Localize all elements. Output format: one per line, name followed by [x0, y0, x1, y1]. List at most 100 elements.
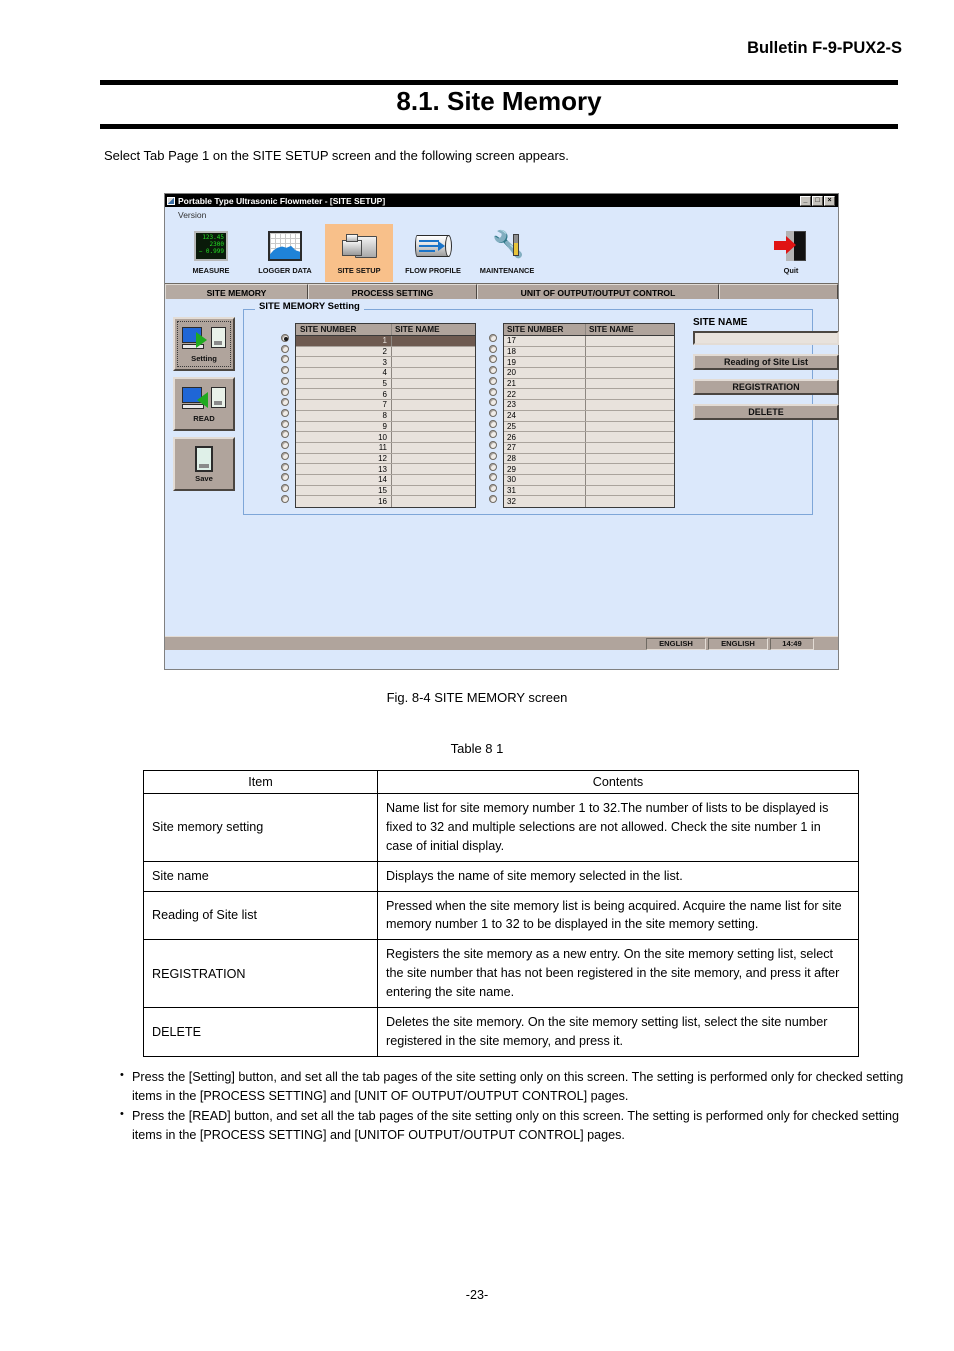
toolbar-button-flow-profile[interactable]: FLOW PROFILE — [399, 224, 467, 282]
table-row[interactable]: 5 — [296, 378, 475, 390]
registration-button[interactable]: REGISTRATION — [693, 379, 839, 395]
table-row[interactable]: 7 — [296, 400, 475, 411]
site-memory-list-left[interactable]: SITE NUMBER SITE NAME 1 2 3 4 5 6 7 8 9 10 11 12 13 1… — [295, 323, 476, 508]
site-number-cell: 17 — [504, 336, 586, 346]
site-radio-button[interactable] — [489, 462, 497, 471]
table-row[interactable]: 11 — [296, 442, 475, 454]
table-row[interactable]: 29 — [504, 464, 674, 475]
site-radio-button[interactable] — [281, 462, 289, 471]
toolbar-button-maintenance[interactable]: 🔧 MAINTENANCE — [473, 224, 541, 282]
table-row[interactable]: 12 — [296, 453, 475, 465]
site-radio-button[interactable] — [281, 334, 289, 342]
table-row[interactable]: 28 — [504, 453, 674, 465]
table-row[interactable]: 22 — [504, 389, 674, 401]
site-radio-button[interactable] — [281, 451, 289, 460]
site-radio-button[interactable] — [489, 334, 497, 342]
toolbar-button-measure[interactable]: 123.45 2300 − 0.999 MEASURE — [177, 224, 245, 282]
minimize-icon[interactable]: _ — [800, 195, 811, 206]
site-radio-button[interactable] — [489, 473, 497, 482]
site-name-cell — [586, 347, 674, 357]
site-radio-button[interactable] — [281, 494, 289, 503]
site-radio-button[interactable] — [281, 344, 289, 353]
site-radio-button[interactable] — [489, 366, 497, 375]
site-radio-button[interactable] — [281, 419, 289, 428]
tab-site-memory[interactable]: SITE MEMORY — [165, 284, 308, 300]
table-row[interactable]: 2 — [296, 346, 475, 358]
maximize-icon[interactable]: □ — [812, 195, 823, 206]
site-radio-button[interactable] — [489, 441, 497, 450]
tab-unit-of-output-output-control[interactable]: UNIT OF OUTPUT/OUTPUT CONTROL — [477, 284, 719, 300]
table-row[interactable]: 1 — [296, 336, 475, 347]
save-device-icon — [195, 445, 213, 472]
menu-item-version[interactable]: Version — [178, 210, 206, 220]
tab-empty[interactable] — [719, 284, 838, 300]
site-radio-button[interactable] — [489, 398, 497, 407]
toolbar-button-logger-data[interactable]: LOGGER DATA — [251, 224, 319, 282]
site-number-cell: 19 — [504, 357, 586, 368]
table-row[interactable]: 24 — [504, 410, 674, 422]
delete-button[interactable]: DELETE — [693, 404, 839, 420]
site-radio-button[interactable] — [489, 419, 497, 428]
table-row[interactable]: 6 — [296, 389, 475, 401]
site-radio-button[interactable] — [489, 387, 497, 396]
site-radio-button[interactable] — [489, 344, 497, 353]
table-row[interactable]: 18 — [504, 346, 674, 358]
site-radio-button[interactable] — [281, 409, 289, 418]
site-radio-button[interactable] — [489, 494, 497, 503]
toolbar-label-quit: Quit — [783, 266, 799, 275]
site-radio-button[interactable] — [281, 398, 289, 407]
site-radio-button[interactable] — [281, 441, 289, 450]
table-row[interactable]: 23 — [504, 400, 674, 411]
status-spacer — [816, 638, 836, 650]
page-number: -23- — [465, 1288, 489, 1302]
close-icon[interactable]: × — [824, 195, 835, 206]
site-radio-button[interactable] — [281, 387, 289, 396]
table-row[interactable]: 13 — [296, 464, 475, 475]
table-row[interactable]: 30 — [504, 474, 674, 486]
table-row[interactable]: 32 — [504, 496, 674, 507]
table-row: Site name Displays the name of site memor… — [143, 860, 859, 892]
site-name-cell — [392, 347, 475, 357]
table-row[interactable]: 8 — [296, 410, 475, 422]
table-row[interactable]: 20 — [504, 368, 674, 379]
site-radio-button[interactable] — [489, 409, 497, 418]
toolbar-button-site-setup[interactable]: SITE SETUP — [325, 224, 393, 282]
table-row[interactable]: 16 — [296, 496, 475, 507]
table-row[interactable]: 21 — [504, 378, 674, 390]
reading-of-site-list-button[interactable]: Reading of Site List — [693, 354, 839, 370]
setting-button[interactable]: Setting — [173, 317, 235, 371]
table-row[interactable]: 15 — [296, 485, 475, 497]
table-row[interactable]: 3 — [296, 357, 475, 369]
site-radio-button[interactable] — [281, 376, 289, 385]
table-row[interactable]: 17 — [504, 336, 674, 347]
table-row[interactable]: 31 — [504, 485, 674, 497]
title-rule-top — [100, 80, 898, 85]
tab-process-setting[interactable]: PROCESS SETTING — [308, 284, 477, 300]
table-row[interactable]: 19 — [504, 357, 674, 369]
table-row[interactable]: 26 — [504, 432, 674, 443]
site-radio-button[interactable] — [489, 355, 497, 364]
table-row[interactable]: 4 — [296, 368, 475, 379]
site-radio-button[interactable] — [281, 430, 289, 439]
table-row[interactable]: 9 — [296, 421, 475, 433]
site-radio-button[interactable] — [281, 366, 289, 375]
table-row[interactable]: 27 — [504, 442, 674, 454]
table-row[interactable]: 14 — [296, 474, 475, 486]
table-row[interactable]: 10 — [296, 432, 475, 443]
site-radio-button[interactable] — [281, 355, 289, 364]
site-radio-button[interactable] — [489, 430, 497, 439]
save-button[interactable]: Save — [173, 437, 235, 491]
site-name-cell — [586, 411, 674, 421]
column-header-site-name-2: SITE NAME — [589, 325, 634, 334]
site-memory-list-right[interactable]: SITE NUMBER SITE NAME 17 18 19 20 21 22 23 24 25… — [503, 323, 675, 508]
site-radio-button[interactable] — [281, 473, 289, 482]
site-number-cell: 16 — [296, 496, 392, 507]
read-button[interactable]: READ — [173, 377, 235, 431]
site-radio-button[interactable] — [489, 451, 497, 460]
site-name-input[interactable] — [693, 331, 839, 345]
table-row[interactable]: 25 — [504, 421, 674, 433]
site-radio-button[interactable] — [489, 376, 497, 385]
site-radio-button[interactable] — [281, 484, 289, 493]
toolbar-button-quit[interactable]: Quit — [757, 224, 825, 282]
site-radio-button[interactable] — [489, 484, 497, 493]
